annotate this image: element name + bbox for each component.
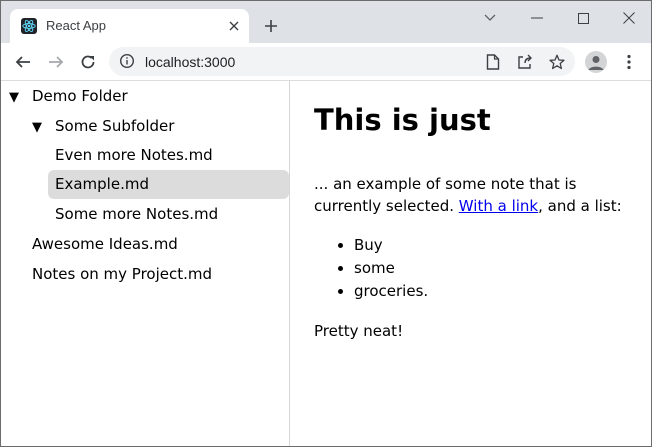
browser-toolbar: localhost:3000 <box>1 43 651 81</box>
page-icon[interactable] <box>483 52 503 72</box>
tree-item-label: Awesome Ideas.md <box>32 235 178 253</box>
close-tab-icon[interactable] <box>225 17 243 35</box>
tab-strip: React App <box>1 1 651 43</box>
tree-folder-some-subfolder[interactable]: ▼ Some Subfolder <box>31 112 284 141</box>
expanded-caret-icon[interactable]: ▼ <box>32 113 46 142</box>
kebab-menu-icon[interactable] <box>619 51 639 73</box>
tree-item-label: Notes on my Project.md <box>32 265 213 283</box>
app-content: ▼ Demo Folder ▼ Some Subfolder Even more N… <box>1 81 651 446</box>
maximize-icon[interactable] <box>570 7 596 29</box>
list-item: Buy <box>354 234 428 257</box>
tab-search-chevron-icon[interactable] <box>477 7 503 29</box>
close-window-icon[interactable] <box>616 7 642 29</box>
tree-file-example[interactable]: Example.md <box>48 170 289 199</box>
file-tree-sidebar: ▼ Demo Folder ▼ Some Subfolder Even more N… <box>1 81 290 446</box>
profile-avatar-icon[interactable] <box>585 51 607 73</box>
tree-item-label: Some Subfolder <box>55 117 175 135</box>
expanded-caret-icon[interactable]: ▼ <box>9 83 23 112</box>
back-arrow-icon[interactable] <box>12 51 34 73</box>
bookmark-star-icon[interactable] <box>547 52 567 72</box>
tree-item-label: Demo Folder <box>32 87 128 105</box>
list-item: some <box>354 257 428 280</box>
tree-file-notes-on-my-project[interactable]: Notes on my Project.md <box>25 260 289 289</box>
url-text[interactable]: localhost:3000 <box>145 54 235 70</box>
forward-arrow-icon[interactable] <box>45 51 67 73</box>
tree-folder-demo-folder[interactable]: ▼ Demo Folder <box>7 82 285 111</box>
minimize-icon[interactable] <box>524 7 550 29</box>
reload-icon[interactable] <box>77 51 99 73</box>
tree-file-awesome-ideas[interactable]: Awesome Ideas.md <box>25 230 289 259</box>
tab-title: React App <box>46 18 106 33</box>
tree-file-even-more-notes[interactable]: Even more Notes.md <box>48 141 289 170</box>
paragraph-text-tail: , and a list: <box>538 197 622 215</box>
share-icon[interactable] <box>515 52 535 72</box>
tree-file-some-more-notes[interactable]: Some more Notes.md <box>48 200 289 229</box>
note-paragraph: ... an example of some note that is curr… <box>314 173 634 217</box>
site-info-icon[interactable] <box>119 53 135 69</box>
tree-item-label: Example.md <box>55 175 149 193</box>
note-list: Buy some groceries. <box>314 234 428 303</box>
note-heading: This is just <box>314 103 491 137</box>
note-link[interactable]: With a link <box>459 197 538 215</box>
note-closing-text: Pretty neat! <box>314 322 404 340</box>
address-bar[interactable]: localhost:3000 <box>109 47 575 76</box>
list-item: groceries. <box>354 280 428 303</box>
browser-window: React App localhost:3000 ▼ Demo Folder ▼… <box>0 0 652 447</box>
tree-item-label: Some more Notes.md <box>55 205 219 223</box>
browser-tab[interactable]: React App <box>10 9 249 43</box>
tree-item-label: Even more Notes.md <box>55 146 213 164</box>
new-tab-plus-icon[interactable] <box>261 16 281 36</box>
note-view: This is just ... an example of some note… <box>290 81 651 446</box>
react-logo-icon <box>21 18 37 34</box>
